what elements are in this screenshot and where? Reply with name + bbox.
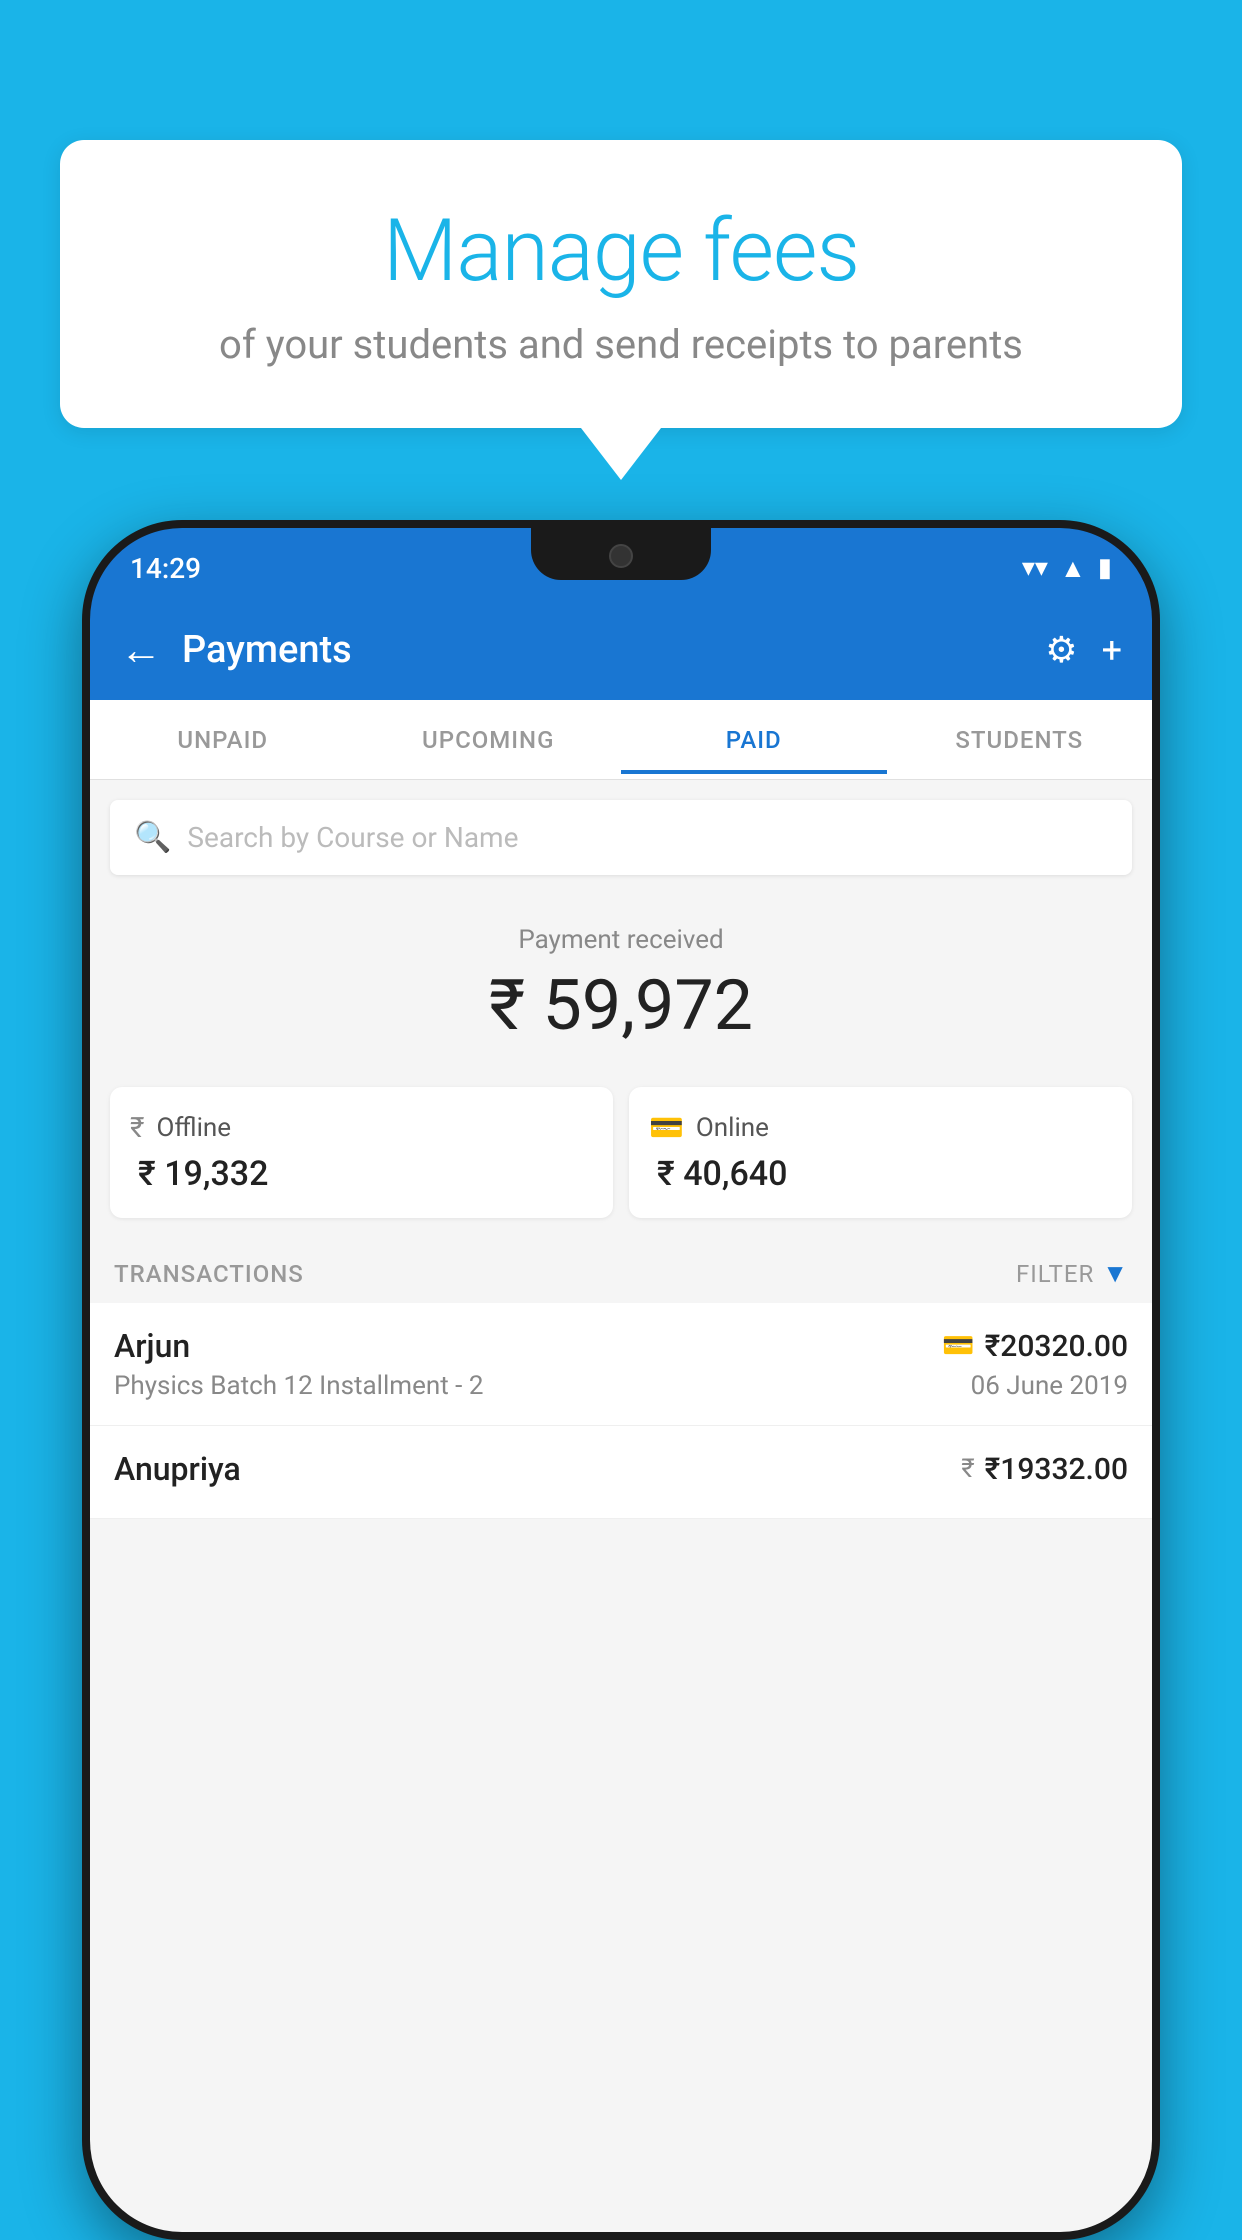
transaction-date: 06 June 2019 — [971, 1371, 1128, 1401]
search-icon: 🔍 — [134, 820, 171, 855]
transaction-name-2: Anupriya — [114, 1450, 241, 1488]
speech-bubble: Manage fees of your students and send re… — [60, 140, 1182, 428]
signal-icon: ▲ — [1060, 553, 1086, 584]
status-icons: ▾▾ ▲ ▮ — [1022, 553, 1112, 584]
front-camera — [609, 544, 633, 568]
online-card-header: 💳 Online — [649, 1111, 1112, 1144]
phone-inner: 14:29 ▾▾ ▲ ▮ ← Payments ⚙ + UNPAID — [90, 528, 1152, 2232]
search-input[interactable]: Search by Course or Name — [187, 821, 518, 854]
tab-paid[interactable]: PAID — [621, 706, 887, 774]
online-amount: ₹ 40,640 — [649, 1154, 1112, 1194]
transaction-bottom: Physics Batch 12 Installment - 2 06 June… — [114, 1371, 1128, 1401]
battery-icon: ▮ — [1098, 553, 1112, 583]
tab-upcoming[interactable]: UPCOMING — [356, 706, 622, 774]
card-icon: 💳 — [942, 1331, 974, 1361]
payment-received-amount: ₹ 59,972 — [90, 965, 1152, 1047]
transactions-header: TRANSACTIONS FILTER ▼ — [90, 1238, 1152, 1303]
table-row[interactable]: Arjun 💳 ₹20320.00 Physics Batch 12 Insta… — [90, 1303, 1152, 1426]
speech-bubble-container: Manage fees of your students and send re… — [60, 140, 1182, 428]
speech-bubble-title: Manage fees — [140, 200, 1102, 301]
transaction-top: Arjun 💳 ₹20320.00 — [114, 1327, 1128, 1365]
transaction-amount-wrap-2: ₹ ₹19332.00 — [961, 1452, 1128, 1487]
offline-card-header: ₹ Offline — [130, 1111, 593, 1144]
tabs: UNPAID UPCOMING PAID STUDENTS — [90, 700, 1152, 780]
offline-label: Offline — [156, 1113, 231, 1143]
cash-icon: ₹ — [961, 1454, 974, 1484]
back-button[interactable]: ← — [120, 626, 162, 675]
payment-received-section: Payment received ₹ 59,972 — [90, 895, 1152, 1067]
online-label: Online — [696, 1113, 769, 1143]
add-button[interactable]: + — [1102, 629, 1122, 671]
transaction-name: Arjun — [114, 1327, 190, 1365]
filter-icon: ▼ — [1102, 1258, 1128, 1289]
background: Manage fees of your students and send re… — [0, 0, 1242, 2208]
transaction-top-2: Anupriya ₹ ₹19332.00 — [114, 1450, 1128, 1488]
transaction-amount: ₹20320.00 — [985, 1329, 1128, 1364]
app-bar: ← Payments ⚙ + — [90, 600, 1152, 700]
status-time: 14:29 — [130, 552, 201, 585]
transactions-label: TRANSACTIONS — [114, 1260, 304, 1288]
search-bar[interactable]: 🔍 Search by Course or Name — [110, 800, 1132, 875]
transaction-amount-2: ₹19332.00 — [985, 1452, 1128, 1487]
offline-amount: ₹ 19,332 — [130, 1154, 593, 1194]
filter-label: FILTER — [1016, 1260, 1094, 1288]
payment-received-label: Payment received — [90, 925, 1152, 955]
notch — [531, 528, 711, 580]
page-title: Payments — [182, 628, 1045, 672]
offline-payment-card: ₹ Offline ₹ 19,332 — [110, 1087, 613, 1218]
online-icon: 💳 — [649, 1111, 684, 1144]
table-row[interactable]: Anupriya ₹ ₹19332.00 — [90, 1426, 1152, 1519]
phone-frame: 14:29 ▾▾ ▲ ▮ ← Payments ⚙ + UNPAID — [82, 520, 1160, 2240]
transaction-amount-wrap: 💳 ₹20320.00 — [942, 1329, 1128, 1364]
tab-unpaid[interactable]: UNPAID — [90, 706, 356, 774]
transaction-course: Physics Batch 12 Installment - 2 — [114, 1371, 483, 1401]
gear-icon[interactable]: ⚙ — [1045, 629, 1077, 671]
wifi-icon: ▾▾ — [1022, 553, 1048, 583]
screen-content: 🔍 Search by Course or Name Payment recei… — [90, 780, 1152, 2232]
online-payment-card: 💳 Online ₹ 40,640 — [629, 1087, 1132, 1218]
offline-icon: ₹ — [130, 1111, 144, 1144]
speech-bubble-subtitle: of your students and send receipts to pa… — [140, 321, 1102, 368]
tab-students[interactable]: STUDENTS — [887, 706, 1153, 774]
payment-cards: ₹ Offline ₹ 19,332 💳 Online ₹ 40,640 — [90, 1067, 1152, 1238]
filter-button[interactable]: FILTER ▼ — [1016, 1258, 1128, 1289]
app-bar-icons: ⚙ + — [1045, 629, 1122, 671]
